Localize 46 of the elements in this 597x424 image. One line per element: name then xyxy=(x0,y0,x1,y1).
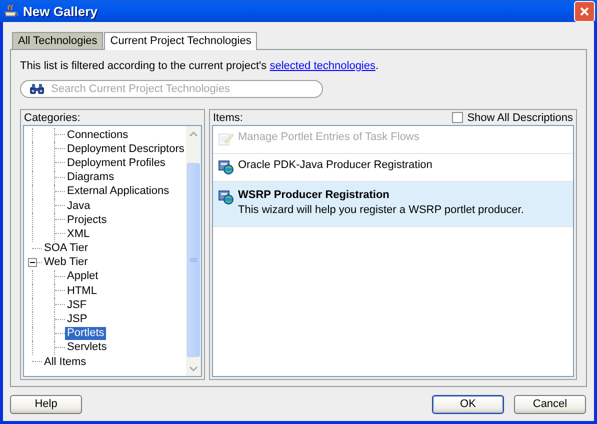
tree-item[interactable]: Diagrams xyxy=(65,171,116,184)
item-title: WSRP Producer Registration xyxy=(238,189,390,202)
globe-server-icon xyxy=(218,189,234,205)
tree-item[interactable]: Connections xyxy=(65,128,130,142)
tree-item[interactable]: SOA Tier xyxy=(42,242,90,256)
selected-technologies-link[interactable]: selected technologies xyxy=(270,60,376,72)
tree-item[interactable]: JSF xyxy=(65,298,89,312)
coffee-cup-icon xyxy=(3,4,19,18)
tree-item[interactable]: Deployment Profiles xyxy=(65,156,168,170)
tree-item[interactable]: Deployment Descriptors xyxy=(65,142,186,156)
item-description: This wizard will help you register a WSRP portlet producer. xyxy=(238,204,524,217)
cancel-button[interactable]: Cancel xyxy=(514,394,586,414)
close-icon xyxy=(579,6,590,16)
search-field[interactable]: Search Current Project Technologies xyxy=(20,80,323,98)
tree-item[interactable]: JSP xyxy=(65,313,90,326)
help-button[interactable]: Help xyxy=(10,394,82,414)
collapse-toggle[interactable] xyxy=(28,258,37,268)
tab[interactable]: Current Project Technologies xyxy=(104,32,258,50)
tree-item[interactable]: Projects xyxy=(65,214,109,227)
close-button[interactable] xyxy=(574,0,595,22)
grip-icon xyxy=(190,258,197,262)
filter-note: This list is filtered according to the current project's selected technologies. xyxy=(20,60,380,72)
item-title: Manage Portlet Entries of Task Flows xyxy=(238,131,420,144)
gallery-item[interactable]: WSRP Producer Registration This wizard will help you register a WSRP portlet producer. xyxy=(213,182,573,227)
scrollbar[interactable] xyxy=(186,126,201,376)
item-title: Oracle PDK-Java Producer Registration xyxy=(238,159,432,172)
form-pencil-icon xyxy=(218,131,234,147)
ok-button[interactable]: OK xyxy=(432,394,504,414)
tree-item[interactable]: Applet xyxy=(65,270,100,284)
tree-item[interactable]: Servlets xyxy=(65,341,109,354)
tree-item[interactable]: XML xyxy=(65,228,92,241)
binoculars-icon xyxy=(29,83,45,95)
items-label: Items: xyxy=(213,112,243,124)
categories-label: Categories: xyxy=(24,112,80,124)
tree-item[interactable]: All Items xyxy=(42,356,88,369)
globe-server-icon xyxy=(218,159,234,175)
scroll-down-icon xyxy=(189,366,198,372)
show-all-descriptions-checkbox[interactable]: Show All Descriptions xyxy=(452,112,573,124)
window-title: New Gallery xyxy=(23,4,98,18)
tab[interactable]: All Technologies xyxy=(12,32,104,49)
scroll-up-icon xyxy=(189,130,198,136)
tree-item[interactable]: Java xyxy=(65,200,92,213)
tree-item[interactable]: Portlets xyxy=(65,327,106,340)
tree-item[interactable]: External Applications xyxy=(65,185,172,198)
tree-item[interactable]: Web Tier xyxy=(42,256,90,270)
tree-item[interactable]: HTML xyxy=(65,284,99,298)
